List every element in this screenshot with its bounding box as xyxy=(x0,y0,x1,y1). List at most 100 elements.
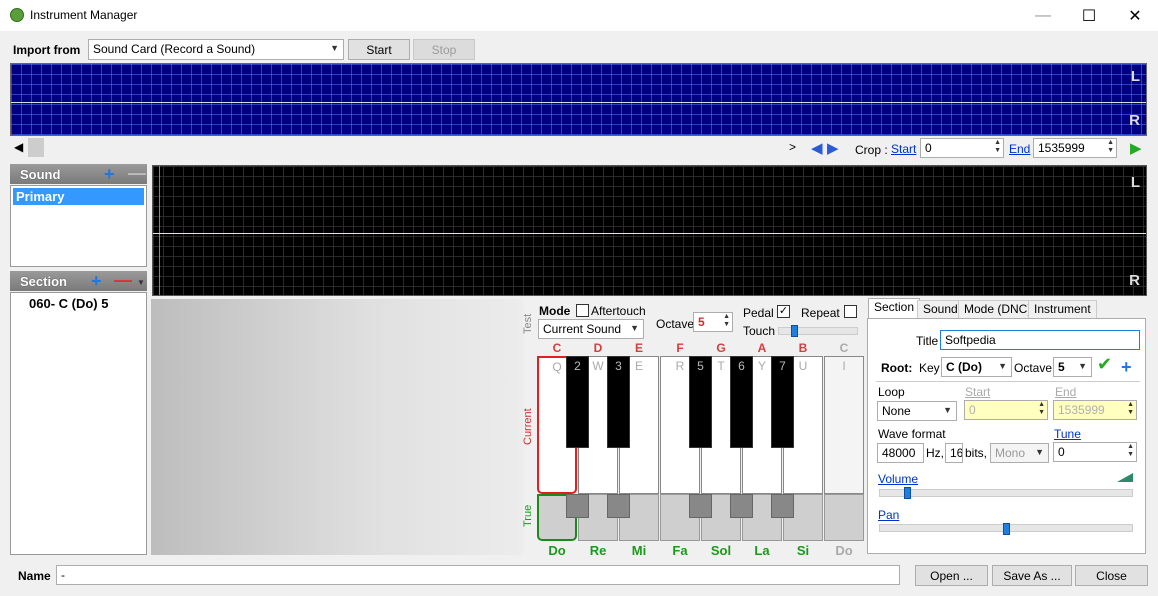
volume-link[interactable]: Volume xyxy=(878,472,918,486)
repeat-checkbox[interactable] xyxy=(844,305,857,318)
tune-link[interactable]: Tune xyxy=(1054,427,1081,441)
maximize-button[interactable]: ☐ xyxy=(1066,0,1112,31)
bits-value: 16 xyxy=(950,446,963,460)
black-key[interactable]: 3 xyxy=(607,356,630,448)
remove-sound-icon[interactable]: — xyxy=(128,164,146,182)
crop-start-link[interactable]: Start xyxy=(891,142,916,156)
close-button[interactable]: Close xyxy=(1075,565,1148,586)
channels-select[interactable]: Mono ▼ xyxy=(990,443,1049,463)
black-key[interactable]: 7 xyxy=(771,356,794,448)
touch-slider[interactable] xyxy=(778,327,858,335)
root-octave-select[interactable]: 5 ▼ xyxy=(1053,357,1092,377)
note-letter: F xyxy=(676,341,684,355)
note-letter: B xyxy=(798,341,808,355)
key-shortcut-label: 3 xyxy=(615,359,622,373)
black-key[interactable]: 2 xyxy=(566,356,589,448)
loop-start-input[interactable]: 0 ▲ ▼ xyxy=(964,400,1048,420)
loop-select[interactable]: None ▼ xyxy=(877,401,957,421)
open-button[interactable]: Open ... xyxy=(915,565,988,586)
tune-input[interactable]: 0 ▲ ▼ xyxy=(1053,442,1137,462)
black-key[interactable]: 5 xyxy=(689,356,712,448)
spin-icon[interactable]: ▲ ▼ xyxy=(1127,443,1134,459)
add-sound-icon[interactable]: + xyxy=(104,165,115,183)
volume-slider-thumb[interactable] xyxy=(903,487,911,499)
volume-slider[interactable] xyxy=(879,489,1133,497)
add-section-icon[interactable]: + xyxy=(91,272,102,290)
pan-link[interactable]: Pan xyxy=(878,508,899,522)
name-value: - xyxy=(61,568,65,582)
loop-end-input[interactable]: 1535999 ▲ ▼ xyxy=(1053,400,1137,420)
sound-list[interactable]: Primary xyxy=(10,185,147,267)
key-label: Key xyxy=(919,361,940,375)
remove-section-icon[interactable]: — xyxy=(114,271,132,289)
root-octave-label: Octave xyxy=(1014,361,1053,375)
chevron-down-icon: ▼ xyxy=(943,405,952,415)
stop-button[interactable]: Stop xyxy=(413,39,475,60)
true-key[interactable] xyxy=(824,494,864,541)
crop-end-input[interactable]: 1535999 ▲ ▼ xyxy=(1033,138,1117,158)
previous-arrow-icon[interactable]: ◀ xyxy=(811,139,823,157)
title-value: Softpedia xyxy=(945,333,996,347)
scroll-right-icon[interactable]: > xyxy=(789,140,796,154)
tab-sound[interactable]: Sound xyxy=(917,300,964,318)
name-input[interactable]: - xyxy=(56,565,900,585)
sample-rate-input[interactable]: 48000 xyxy=(877,443,924,463)
minimize-button[interactable]: — xyxy=(1020,0,1066,31)
dropdown-arrow-icon[interactable]: ▼ xyxy=(137,278,145,287)
spin-icon[interactable]: ▲ ▼ xyxy=(723,313,730,329)
add-root-icon[interactable]: + xyxy=(1121,358,1132,376)
touch-slider-thumb[interactable] xyxy=(791,325,798,337)
close-window-button[interactable]: ✕ xyxy=(1112,0,1158,31)
aftertouch-checkbox[interactable] xyxy=(576,304,589,317)
section-item[interactable]: 060- C (Do) 5 xyxy=(11,293,146,314)
scroll-left-icon[interactable]: ◀ xyxy=(14,140,23,154)
bits-input[interactable]: 16 xyxy=(945,443,963,463)
sound-item-primary[interactable]: Primary xyxy=(13,188,144,205)
detail-waveform[interactable]: L R xyxy=(152,165,1147,296)
spin-icon[interactable]: ▲ ▼ xyxy=(1038,401,1045,417)
pedal-label: Pedal xyxy=(743,306,774,320)
pedal-checkbox[interactable]: ✓ xyxy=(777,305,790,318)
next-arrow-icon[interactable]: ▶ xyxy=(827,139,839,157)
tab-mode-dnc[interactable]: Mode (DNC) xyxy=(958,300,1038,318)
key-shortcut-label: 6 xyxy=(738,359,745,373)
black-key[interactable]: 6 xyxy=(730,356,753,448)
apply-check-icon[interactable]: ✔ xyxy=(1097,354,1112,375)
spin-icon[interactable]: ▲ ▼ xyxy=(1127,401,1134,417)
white-key[interactable]: I xyxy=(824,356,864,494)
save-as-button[interactable]: Save As ... xyxy=(992,565,1072,586)
scroll-thumb[interactable] xyxy=(28,138,44,157)
pan-slider-thumb[interactable] xyxy=(1002,523,1010,535)
crop-start-input[interactable]: 0 ▲ ▼ xyxy=(920,138,1004,158)
tab-section[interactable]: Section xyxy=(868,298,921,319)
spin-icon[interactable]: ▲ ▼ xyxy=(994,139,1001,155)
key-shortcut-label: 5 xyxy=(697,359,704,373)
wave-format-label: Wave format xyxy=(878,427,946,441)
import-from-label: Import from xyxy=(13,43,81,57)
start-button[interactable]: Start xyxy=(348,39,410,60)
true-black-key[interactable] xyxy=(689,494,712,518)
true-black-key[interactable] xyxy=(730,494,753,518)
loop-end-value: 1535999 xyxy=(1058,403,1105,417)
chevron-down-icon: ▼ xyxy=(630,323,639,333)
import-source-select[interactable]: Sound Card (Record a Sound) ▼ xyxy=(88,39,344,60)
true-black-key[interactable] xyxy=(771,494,794,518)
key-select[interactable]: C (Do) ▼ xyxy=(941,357,1012,377)
true-black-key[interactable] xyxy=(566,494,589,518)
loop-label: Loop xyxy=(878,385,905,399)
octave-input[interactable]: 5 ▲ ▼ xyxy=(693,312,733,332)
overview-waveform[interactable]: L R xyxy=(10,63,1147,136)
spin-icon[interactable]: ▲ ▼ xyxy=(1107,139,1114,155)
play-icon[interactable]: ▶ xyxy=(1130,139,1142,157)
right-channel-label: R xyxy=(1129,112,1140,129)
section-list[interactable]: 060- C (Do) 5 xyxy=(10,292,147,555)
root-octave-value: 5 xyxy=(1058,360,1065,374)
mode-select[interactable]: Current Sound ▼ xyxy=(538,319,644,339)
crop-end-link[interactable]: End xyxy=(1009,142,1030,156)
chevron-down-icon: ▼ xyxy=(1078,361,1087,371)
true-black-key[interactable] xyxy=(607,494,630,518)
waveform-line xyxy=(11,102,1146,103)
tab-instrument[interactable]: Instrument xyxy=(1028,300,1097,318)
touch-label: Touch xyxy=(743,324,776,338)
title-input[interactable]: Softpedia xyxy=(940,330,1140,350)
